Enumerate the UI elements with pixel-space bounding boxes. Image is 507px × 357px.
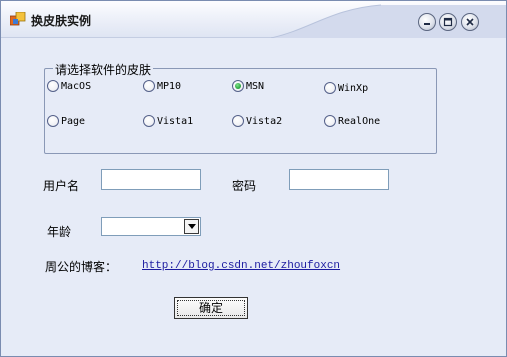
radio-circle xyxy=(143,115,155,127)
username-label: 用户名 xyxy=(43,179,80,193)
radio-label: RealOne xyxy=(338,115,381,127)
radio-label: MSN xyxy=(246,80,265,92)
radio-label: MacOS xyxy=(61,80,92,92)
age-label: 年龄 xyxy=(47,225,72,239)
radio-realone[interactable]: RealOne xyxy=(324,115,380,127)
radio-circle xyxy=(47,80,59,92)
minimize-icon xyxy=(424,23,430,25)
blog-link[interactable]: http://blog.csdn.net/zhoufoxcn xyxy=(142,260,340,272)
maximize-icon xyxy=(443,17,453,27)
radio-circle-checked xyxy=(232,80,244,92)
radio-mp10[interactable]: MP10 xyxy=(143,80,181,92)
radio-vista1[interactable]: Vista1 xyxy=(143,115,193,127)
app-icon xyxy=(10,12,26,26)
radio-circle xyxy=(324,82,336,94)
radio-label: Page xyxy=(61,115,86,127)
app-window: 换皮肤实例 请选择软件的皮肤 MacOS MP10 MSN WinXp Page… xyxy=(0,0,507,357)
dropdown-arrow-button[interactable] xyxy=(184,219,199,234)
radio-circle xyxy=(324,115,336,127)
radio-circle xyxy=(143,80,155,92)
window-title: 换皮肤实例 xyxy=(31,14,92,28)
chevron-down-icon xyxy=(188,224,196,229)
username-input[interactable] xyxy=(101,169,201,190)
maximize-button[interactable] xyxy=(439,13,457,31)
blog-label: 周公的博客： xyxy=(45,260,118,274)
radio-circle xyxy=(47,115,59,127)
radio-msn[interactable]: MSN xyxy=(232,80,264,92)
password-label: 密码 xyxy=(232,179,257,193)
close-button[interactable] xyxy=(461,13,479,31)
minimize-button[interactable] xyxy=(418,13,436,31)
radio-vista2[interactable]: Vista2 xyxy=(232,115,282,127)
radio-winxp[interactable]: WinXp xyxy=(324,82,368,94)
password-input[interactable] xyxy=(289,169,389,190)
radio-macos[interactable]: MacOS xyxy=(47,80,91,92)
radio-label: MP10 xyxy=(157,80,182,92)
radio-label: Vista1 xyxy=(157,115,194,127)
title-bar[interactable]: 换皮肤实例 xyxy=(1,1,506,38)
age-dropdown[interactable] xyxy=(101,217,201,236)
radio-label: WinXp xyxy=(338,82,369,94)
close-icon xyxy=(466,18,474,26)
radio-circle xyxy=(232,115,244,127)
radio-page[interactable]: Page xyxy=(47,115,85,127)
skin-groupbox-legend: 请选择软件的皮肤 xyxy=(53,61,154,78)
ok-button[interactable]: 确定 xyxy=(174,297,248,319)
radio-label: Vista2 xyxy=(246,115,283,127)
